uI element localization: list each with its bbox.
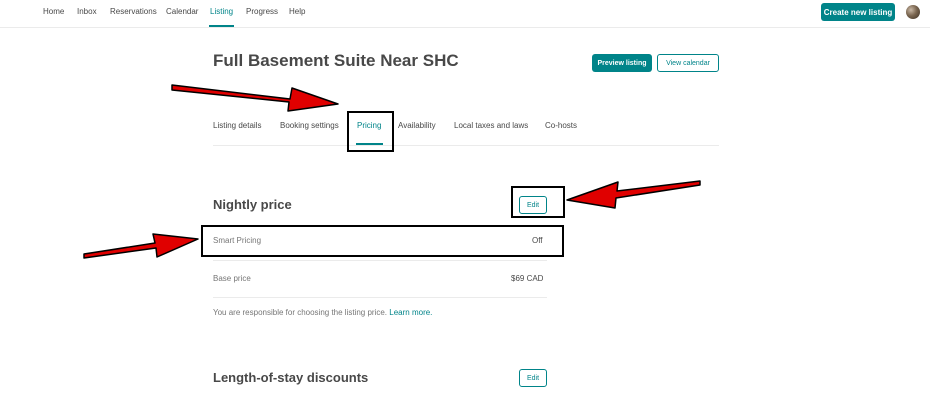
annotation-arrows bbox=[83, 84, 701, 259]
arrow-to-pricing-tab bbox=[171, 84, 339, 112]
arrow-to-smart-pricing bbox=[83, 233, 199, 259]
arrow-to-edit-button bbox=[566, 180, 701, 209]
